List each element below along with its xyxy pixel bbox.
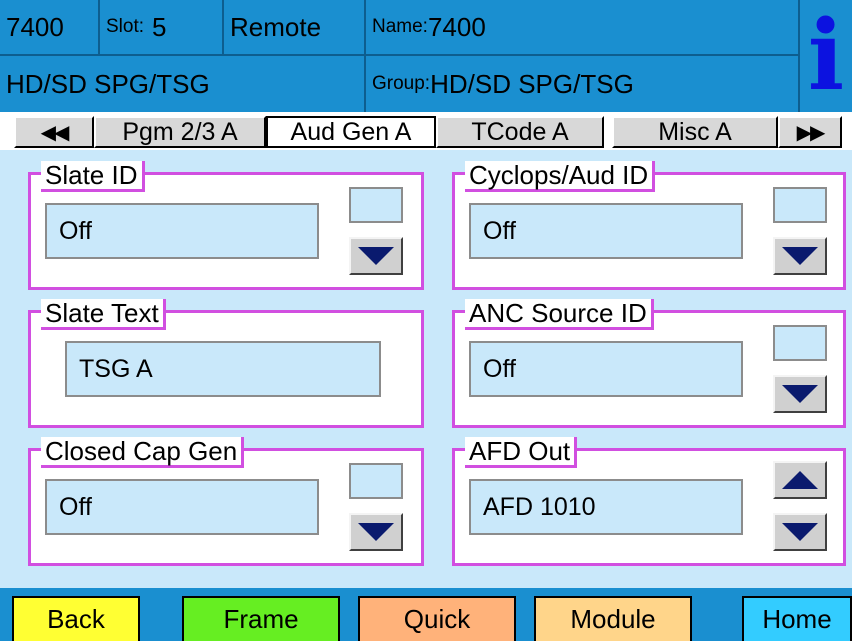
tab-prev-button[interactable]: ◀◀ bbox=[14, 116, 94, 148]
anc-source-id-group: ANC Source ID Off bbox=[452, 299, 846, 428]
cyclops-aud-id-indicator bbox=[773, 187, 827, 223]
closed-cap-gen-down-button[interactable] bbox=[349, 513, 403, 551]
afd-out-down-button[interactable] bbox=[773, 513, 827, 551]
anc-source-id-value[interactable]: Off bbox=[469, 341, 743, 397]
name-field: Name: 7400 bbox=[366, 0, 800, 56]
cyclops-aud-id-value[interactable]: Off bbox=[469, 203, 743, 259]
quick-button[interactable]: Quick bbox=[358, 596, 516, 641]
tab-pgm-2-3-a[interactable]: Pgm 2/3 A bbox=[94, 116, 266, 148]
device-id: 7400 bbox=[0, 0, 100, 56]
anc-source-id-title: ANC Source ID bbox=[465, 299, 654, 330]
slate-text-group: Slate Text TSG A bbox=[28, 299, 424, 428]
tab-bar: ◀◀ Pgm 2/3 A Aud Gen A TCode A Misc A ▶▶ bbox=[0, 112, 852, 150]
module-button[interactable]: Module bbox=[534, 596, 692, 641]
slate-id-down-button[interactable] bbox=[349, 237, 403, 275]
group-value: HD/SD SPG/TSG bbox=[430, 68, 634, 99]
down-arrow-icon bbox=[782, 247, 818, 265]
tab-misc-a[interactable]: Misc A bbox=[612, 116, 778, 148]
down-arrow-icon bbox=[782, 385, 818, 403]
control-panel: Slate ID Off Slate Text TSG A Closed Cap… bbox=[0, 150, 852, 588]
frame-button[interactable]: Frame bbox=[182, 596, 340, 641]
slot-label: Slot: bbox=[106, 16, 145, 37]
down-arrow-icon bbox=[358, 523, 394, 541]
cyclops-aud-id-title: Cyclops/Aud ID bbox=[465, 161, 656, 192]
slate-text-title: Slate Text bbox=[41, 299, 166, 330]
anc-source-id-down-button[interactable] bbox=[773, 375, 827, 413]
slate-text-input[interactable]: TSG A bbox=[65, 341, 381, 397]
group-field: Group: HD/SD SPG/TSG bbox=[366, 56, 800, 112]
closed-cap-gen-value[interactable]: Off bbox=[45, 479, 319, 535]
tab-tcode-a[interactable]: TCode A bbox=[436, 116, 604, 148]
closed-cap-gen-indicator bbox=[349, 463, 403, 499]
slate-id-title: Slate ID bbox=[41, 161, 145, 192]
down-arrow-icon bbox=[782, 523, 818, 541]
slot-indicator: Slot: 5 bbox=[100, 0, 224, 56]
footer-bar: Back Frame Quick Module Home bbox=[0, 588, 852, 641]
down-arrow-icon bbox=[358, 247, 394, 265]
up-arrow-icon bbox=[782, 471, 818, 489]
closed-cap-gen-title: Closed Cap Gen bbox=[41, 437, 245, 468]
module-type: HD/SD SPG/TSG bbox=[0, 56, 366, 112]
home-button[interactable]: Home bbox=[742, 596, 852, 641]
slate-id-value[interactable]: Off bbox=[45, 203, 319, 259]
afd-out-title: AFD Out bbox=[465, 437, 578, 468]
name-value: 7400 bbox=[427, 11, 486, 42]
info-icon: i bbox=[807, 0, 845, 112]
cyclops-aud-id-group: Cyclops/Aud ID Off bbox=[452, 161, 846, 290]
header-bar: 7400 Slot: 5 Remote Name: 7400 HD/SD SPG… bbox=[0, 0, 852, 112]
group-label: Group: bbox=[372, 73, 431, 94]
tab-next-button[interactable]: ▶▶ bbox=[778, 116, 842, 148]
afd-out-group: AFD Out AFD 1010 bbox=[452, 437, 846, 566]
mode-indicator: Remote bbox=[224, 0, 366, 56]
afd-out-up-button[interactable] bbox=[773, 461, 827, 499]
slot-value: 5 bbox=[152, 11, 167, 42]
name-label: Name: bbox=[372, 16, 428, 37]
double-left-arrow-icon: ◀◀ bbox=[40, 121, 70, 144]
info-button[interactable]: i bbox=[800, 0, 852, 112]
cyclops-aud-id-down-button[interactable] bbox=[773, 237, 827, 275]
back-button[interactable]: Back bbox=[12, 596, 140, 641]
slate-id-indicator bbox=[349, 187, 403, 223]
afd-out-value[interactable]: AFD 1010 bbox=[469, 479, 743, 535]
tab-aud-gen-a[interactable]: Aud Gen A bbox=[266, 116, 436, 148]
double-right-arrow-icon: ▶▶ bbox=[796, 121, 826, 144]
closed-cap-gen-group: Closed Cap Gen Off bbox=[28, 437, 424, 566]
anc-source-id-indicator bbox=[773, 325, 827, 361]
slate-id-group: Slate ID Off bbox=[28, 161, 424, 290]
